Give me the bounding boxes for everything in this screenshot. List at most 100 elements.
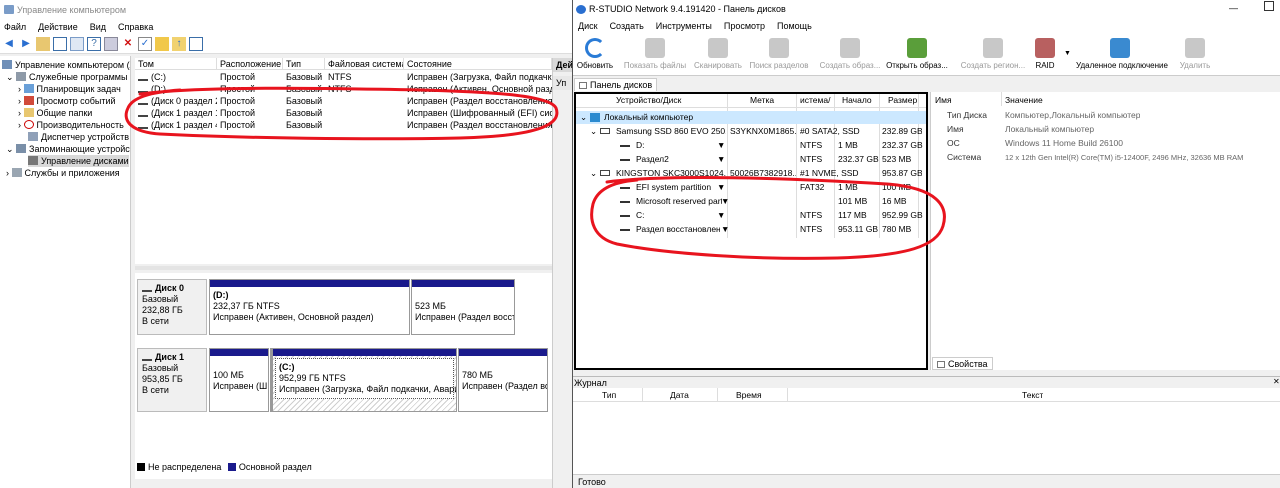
properties-icon [937,361,945,368]
column-header-device[interactable]: Устройство/Диск [616,94,726,107]
tree-item-services[interactable]: › Службы и приложения [6,167,120,179]
column-header-volume[interactable]: Том [135,58,217,70]
menu-help[interactable]: Помощь [777,21,812,31]
tree-item-system-tools[interactable]: ⌄ Служебные программы [6,71,127,83]
scan-button[interactable]: Сканировать [683,36,753,70]
partition-bar [459,349,547,356]
log-header-type[interactable]: Тип [602,389,616,402]
scan-icon [708,38,728,58]
minimize-icon[interactable]: — [1229,3,1238,13]
partition-bar [210,349,268,356]
props-header-value[interactable]: Значение [1005,94,1043,107]
column-header-filesystem[interactable]: Файловая система [325,58,404,70]
tree-item-device-manager[interactable]: Диспетчер устройств [28,131,129,143]
red-annotation-outline-left [124,86,559,141]
computer-management-icon [4,5,14,14]
menu-view[interactable]: Просмотр [724,21,765,31]
property-row[interactable]: ОС Windows 11 Home Build 26100 [931,137,1280,150]
window-divider [572,0,573,488]
menu-view[interactable]: Вид [90,22,106,32]
tree-item-event-viewer[interactable]: › Просмотр событий [18,95,116,107]
log-header-text[interactable]: Текст [1022,389,1043,402]
property-row[interactable]: Тип Диска Компьютер,Локальный компьютер [931,109,1280,122]
r-studio-window: R-STUDIO Network 9.4.191420 - Панель дис… [572,0,1280,488]
grid-header: Устройство/Диск Метка истема/ Начало Раз… [576,94,926,108]
list-icon[interactable] [189,36,203,51]
props-header-name[interactable]: Имя [935,94,952,107]
new-folder-icon[interactable]: ↑ [172,36,186,51]
menu-help[interactable]: Справка [118,22,153,32]
remote-connection-button[interactable]: Удаленное подключение [1076,36,1168,70]
forward-arrow-icon[interactable]: ▶ [19,37,33,51]
property-row[interactable]: Имя Локальный компьютер [931,123,1280,136]
close-icon[interactable]: ✕ [1273,377,1280,386]
computer-icon [2,60,12,69]
column-header-start[interactable]: Начало [842,94,878,107]
tab-properties[interactable]: Свойства [932,357,993,370]
console-icon[interactable] [104,36,118,51]
partition-disk1-efi[interactable]: 100 МБ Исправен (Ш [209,348,269,412]
disk-icon [142,287,152,292]
partition-disk0-d[interactable]: (D:) 232,37 ГБ NTFS Исправен (Активен, Осн… [209,279,410,335]
partition-disk0-recovery[interactable]: 523 МБ Исправен (Раздел восст [411,279,515,335]
show-tree-icon[interactable] [53,36,67,51]
open-image-button[interactable]: Открыть образ... [882,36,952,70]
menu-action[interactable]: Действие [38,22,78,32]
menu-disk[interactable]: Диск [578,21,598,31]
tree-row-partition-d[interactable]: D: ▼ NTFS 1 MB 232.37 GB [576,139,926,152]
chevron-down-icon[interactable]: ▼ [717,153,725,166]
tree-row-disk-samsung[interactable]: ⌄ Samsung SSD 860 EVO 250... S3YKNX0M186… [576,125,926,138]
column-header-label[interactable]: Метка [750,94,790,107]
tree-item-shared-folders[interactable]: › Общие папки [18,107,92,119]
up-folder-icon[interactable] [36,36,50,51]
open-folder-icon[interactable] [155,36,169,51]
find-partitions-button[interactable]: Поиск разделов [744,36,814,70]
pane-splitter[interactable] [135,266,552,270]
disk-icon [600,128,610,134]
drive-icon [138,76,148,81]
back-arrow-icon[interactable]: ◀ [2,37,16,51]
raid-button[interactable]: RAID ▼ [1010,36,1080,70]
disk-0-label[interactable]: Диск 0 Базовый 232,88 ГБ В сети [137,279,207,335]
menu-file[interactable]: Файл [4,22,26,32]
properties-icon[interactable] [70,36,84,51]
chevron-down-icon[interactable]: ▼ [717,139,725,152]
raid-icon [1035,38,1055,58]
partition-disk1-recovery[interactable]: 780 МБ Исправен (Раздел во [458,348,548,412]
disk-1-label[interactable]: Диск 1 Базовый 953,85 ГБ В сети [137,348,207,412]
log-panel: Тип Дата Время Текст [572,388,1280,474]
partition-icon [620,145,630,147]
tools-icon [16,72,27,81]
log-header-date[interactable]: Дата [670,389,689,402]
menu-tools[interactable]: Инструменты [656,21,712,31]
check-icon[interactable]: ✓ [138,36,152,51]
tree-item-computer-management[interactable]: Управление компьютером (л [2,59,130,71]
device-manager-icon [28,132,38,141]
maximize-icon[interactable] [1264,1,1274,11]
log-header-time[interactable]: Время [736,389,762,402]
menu-create[interactable]: Создать [610,21,644,31]
column-header-status[interactable]: Состояние [404,58,552,70]
find-partitions-icon [769,38,789,58]
help-icon[interactable]: ? [87,36,101,51]
column-header-filesystem[interactable]: истема/ [800,94,832,107]
tree-row-local-computer[interactable]: ⌄ Локальный компьютер [576,111,926,124]
tree-item-task-scheduler[interactable]: › Планировщик задач [18,83,121,95]
actions-header: Дей [553,58,572,72]
tree-item-storage[interactable]: ⌄ Запоминающие устройст [6,143,130,155]
remove-button[interactable]: Удалить [1160,36,1230,70]
tree-item-performance[interactable]: › Производительность [18,119,124,131]
column-header-type[interactable]: Тип [283,58,325,70]
column-header-layout[interactable]: Расположение [217,58,283,70]
create-image-button[interactable]: Создать образ... [815,36,885,70]
partition-disk1-c[interactable]: (C:) 952,99 ГБ NTFS Исправен (Загрузка, Фа… [272,348,457,412]
tree-item-disk-management[interactable]: Управление дисками [28,155,129,167]
tab-disk-panel[interactable]: Панель дисков [574,78,658,91]
tree-row-partition-2[interactable]: Раздел2 ▼ NTFS 232.37 GB 523 MB [576,153,926,166]
disk-icon [142,356,152,361]
delete-icon[interactable]: ✕ [121,37,135,51]
show-files-button[interactable]: Показать файлы [620,36,690,70]
property-row[interactable]: Система 12 x 12th Gen Intel(R) Core(TM) … [931,151,1280,164]
raid-dropdown-icon[interactable]: ▼ [1064,50,1071,57]
services-icon [11,168,22,177]
